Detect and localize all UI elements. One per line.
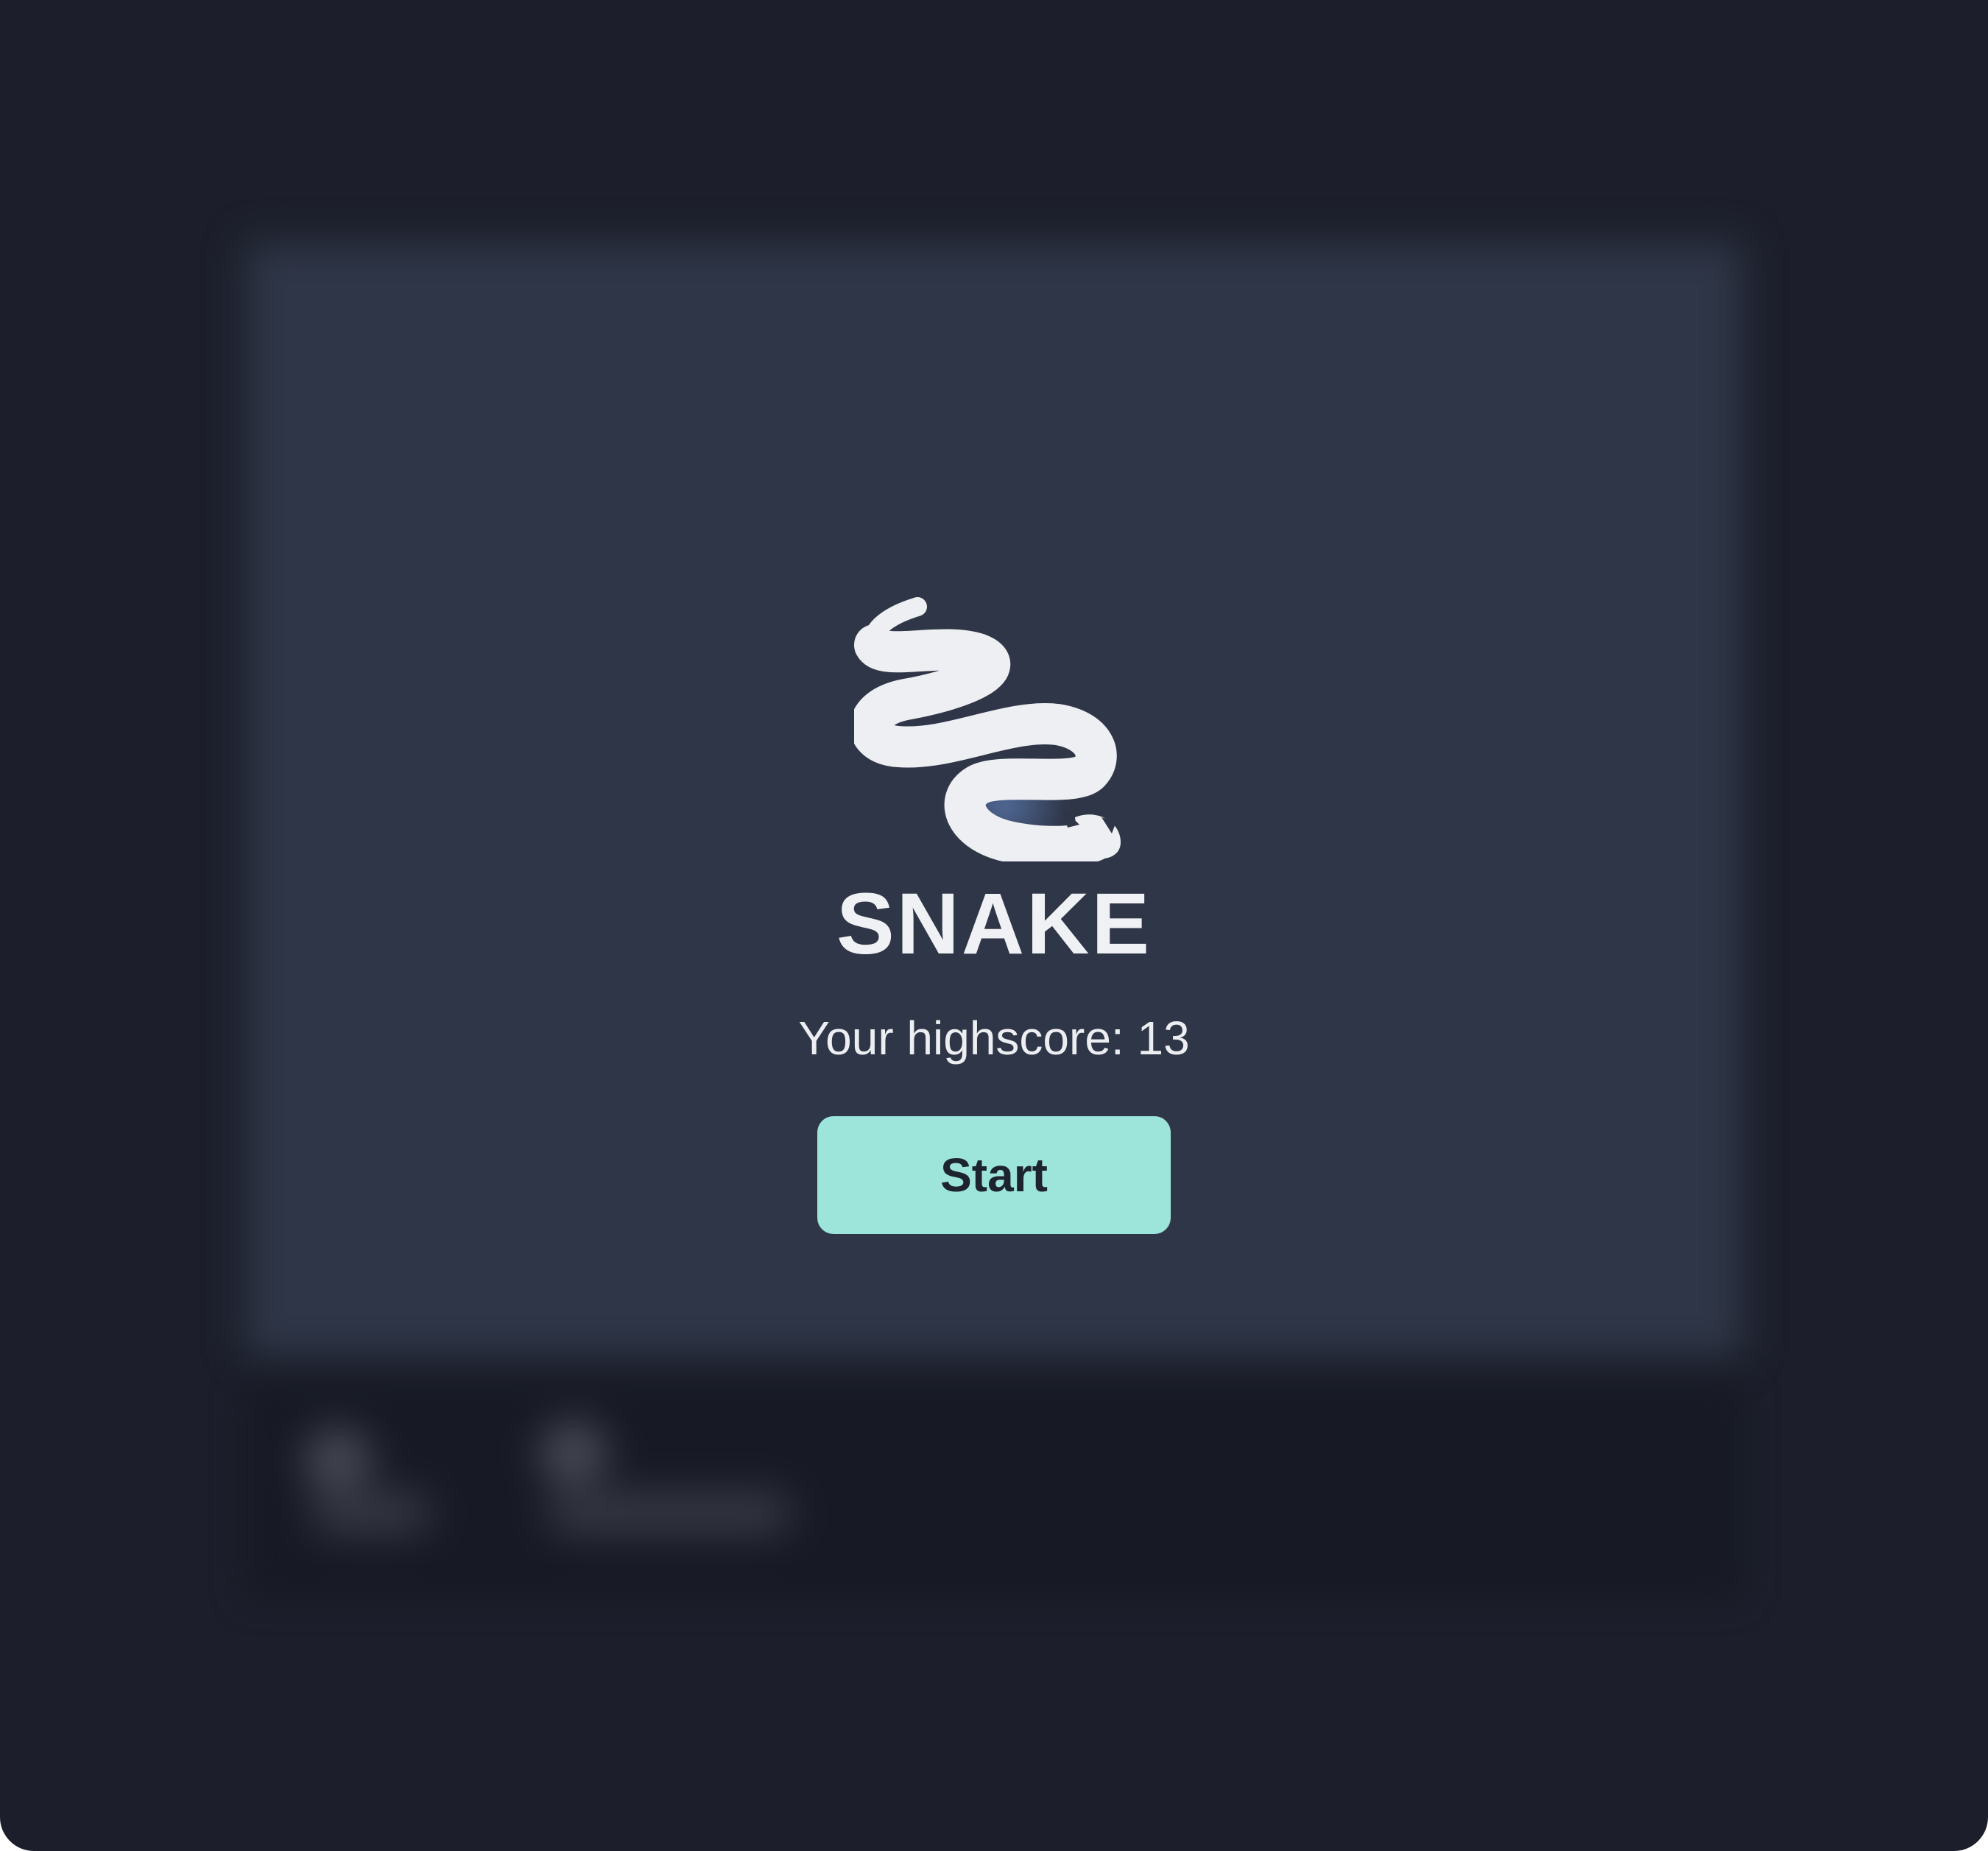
start-button[interactable]: Start [817,1116,1171,1234]
control-bar-blurred [246,1384,1742,1598]
control-icon-left [305,1428,371,1495]
highscore-label: Your highscore: 13 [798,1012,1190,1065]
game-title: SNAKE [836,875,1152,973]
control-icon-right [540,1421,607,1487]
control-label-right [548,1495,791,1531]
control-label-left [312,1495,430,1531]
snake-icon [854,597,1121,861]
game-window: SNAKE Your highscore: 13 Start [0,0,1988,1851]
logo [854,574,1134,861]
start-menu: SNAKE Your highscore: 13 Start [0,574,1988,1234]
